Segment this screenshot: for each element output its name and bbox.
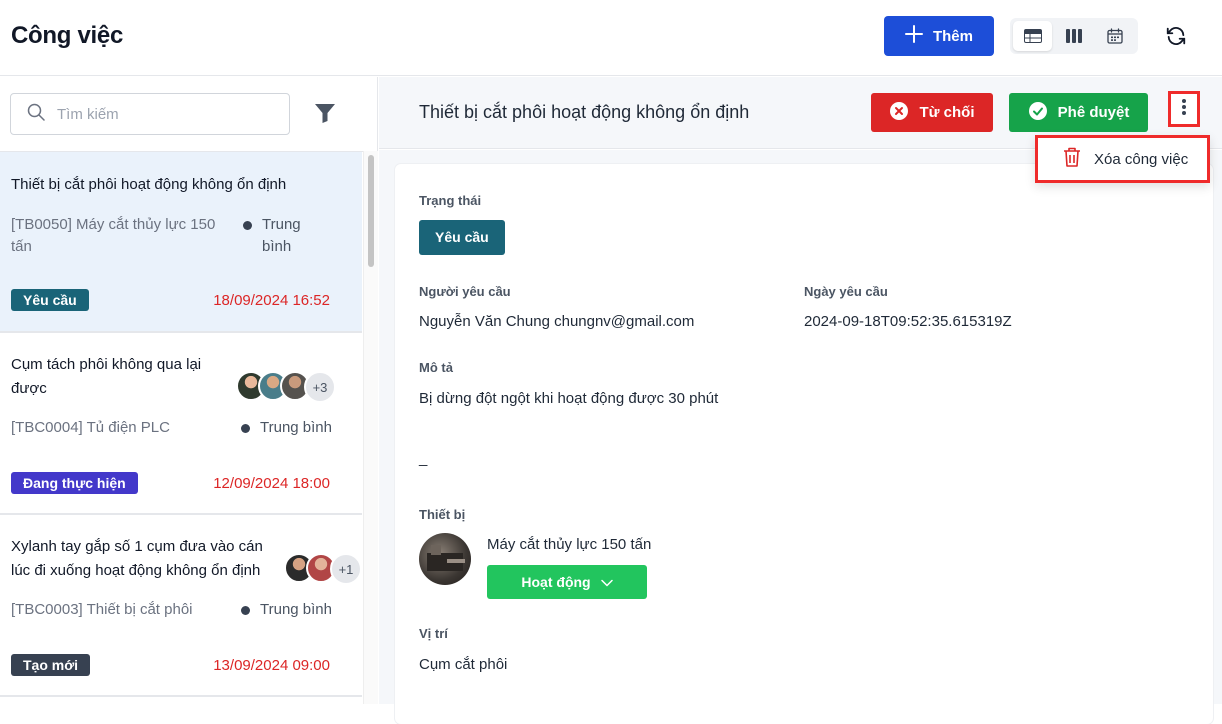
plus-icon <box>904 25 923 47</box>
more-options-menu: Xóa công việc <box>1035 135 1210 183</box>
list-item[interactable]: Xylanh tay gắp số 1 cụm đưa vào cán lúc … <box>0 515 362 697</box>
trash-icon[interactable] <box>1062 146 1082 173</box>
priority-label: Trung bình <box>260 601 332 618</box>
scrollbar-thumb[interactable] <box>368 155 374 267</box>
description-extra: _ <box>419 450 428 467</box>
top-bar: Công việc Thêm <box>0 0 1222 76</box>
status-badge: Tạo mới <box>11 654 91 676</box>
refresh-icon[interactable] <box>1162 22 1190 50</box>
task-device: [TBC0003] Thiết bị cắt phôi <box>11 601 193 618</box>
task-date: 18/09/2024 16:52 <box>213 292 330 309</box>
task-title: Xylanh tay gắp số 1 cụm đưa vào cán lúc … <box>11 538 263 579</box>
list-scrollbar[interactable] <box>363 151 378 704</box>
priority-label: Trung bình <box>260 419 332 436</box>
add-button[interactable]: Thêm <box>884 16 994 56</box>
task-priority: Trung bình <box>243 214 333 258</box>
equipment-state-dropdown[interactable]: Hoạt động <box>487 565 647 599</box>
check-circle-icon <box>1028 101 1048 125</box>
equipment-state-label: Hoạt động <box>521 574 591 590</box>
more-assignees-badge: +3 <box>304 371 336 403</box>
approve-label: Phê duyệt <box>1057 104 1130 121</box>
requester-label: Người yêu cầu <box>419 284 511 299</box>
status-badge: Đang thực hiện <box>11 472 138 494</box>
close-circle-icon <box>889 101 909 125</box>
task-priority: Trung bình <box>241 417 341 439</box>
kanban-view-icon[interactable] <box>1054 21 1093 51</box>
request-date-value: 2024-09-18T09:52:35.615319Z <box>804 313 1012 330</box>
status-badge: Yêu cầu <box>419 220 505 255</box>
list-item[interactable]: Thiết bị cắt phôi hoạt động không ổn địn… <box>0 152 362 333</box>
list-item[interactable]: Cụm tách phôi không qua lại được +3 [TBC… <box>0 333 362 515</box>
task-device: [TB0050] Máy cắt thủy lực 150 tấn <box>11 216 216 255</box>
equipment-name: Máy cắt thủy lực 150 tấn <box>487 536 652 553</box>
location-value: Cụm cắt phôi <box>419 656 508 673</box>
priority-dot-icon <box>241 606 250 615</box>
priority-dot-icon <box>243 221 252 230</box>
assignee-avatars: +3 <box>236 371 336 403</box>
delete-task-menu-item[interactable]: Xóa công việc <box>1094 151 1188 168</box>
filter-icon[interactable] <box>314 102 338 126</box>
reject-button[interactable]: Từ chối <box>871 93 993 132</box>
assignee-avatars: +1 <box>284 553 362 585</box>
detail-body: Trạng thái Yêu cầu Người yêu cầu Nguyễn … <box>379 150 1222 724</box>
more-options-button[interactable] <box>1168 91 1200 127</box>
task-title: Thiết bị cắt phôi hoạt động không ổn địn… <box>11 176 287 193</box>
priority-dot-icon <box>241 424 250 433</box>
reject-label: Từ chối <box>919 104 975 121</box>
equipment-label: Thiết bị <box>419 507 466 522</box>
description-value: Bị dừng đột ngột khi hoạt động được 30 p… <box>419 390 719 407</box>
request-date-label: Ngày yêu cầu <box>804 284 888 299</box>
status-badge: Yêu cầu <box>11 289 89 311</box>
task-priority: Trung bình <box>241 599 341 621</box>
task-date: 13/09/2024 09:00 <box>213 657 330 674</box>
task-date: 12/09/2024 18:00 <box>213 475 330 492</box>
search-box[interactable] <box>10 93 290 135</box>
equipment-image <box>419 533 471 585</box>
more-vertical-icon <box>1181 98 1187 121</box>
task-device: [TBC0004] Tủ điện PLC <box>11 419 170 436</box>
calendar-view-icon[interactable] <box>1096 21 1135 51</box>
status-label: Trạng thái <box>419 193 482 208</box>
search-icon <box>27 103 45 126</box>
view-switcher <box>1010 18 1138 54</box>
page-title: Công việc <box>11 22 123 49</box>
search-input[interactable] <box>57 105 267 123</box>
task-list-panel: Thiết bị cắt phôi hoạt động không ổn địn… <box>0 77 378 704</box>
task-list: Thiết bị cắt phôi hoạt động không ổn địn… <box>0 151 363 704</box>
requester-value: Nguyễn Văn Chung chungnv@gmail.com <box>419 313 695 330</box>
detail-card: Trạng thái Yêu cầu Người yêu cầu Nguyễn … <box>395 164 1213 724</box>
location-label: Vị trí <box>419 626 448 641</box>
table-view-icon[interactable] <box>1013 21 1053 51</box>
approve-button[interactable]: Phê duyệt <box>1009 93 1148 132</box>
description-label: Mô tả <box>419 360 453 375</box>
chevron-down-icon <box>600 574 613 590</box>
priority-label: Trung bình <box>262 216 301 255</box>
add-button-label: Thêm <box>932 27 973 45</box>
detail-title: Thiết bị cắt phôi hoạt động không ổn địn… <box>419 102 750 122</box>
task-title: Cụm tách phôi không qua lại được <box>11 356 202 397</box>
more-assignees-badge: +1 <box>330 553 362 585</box>
